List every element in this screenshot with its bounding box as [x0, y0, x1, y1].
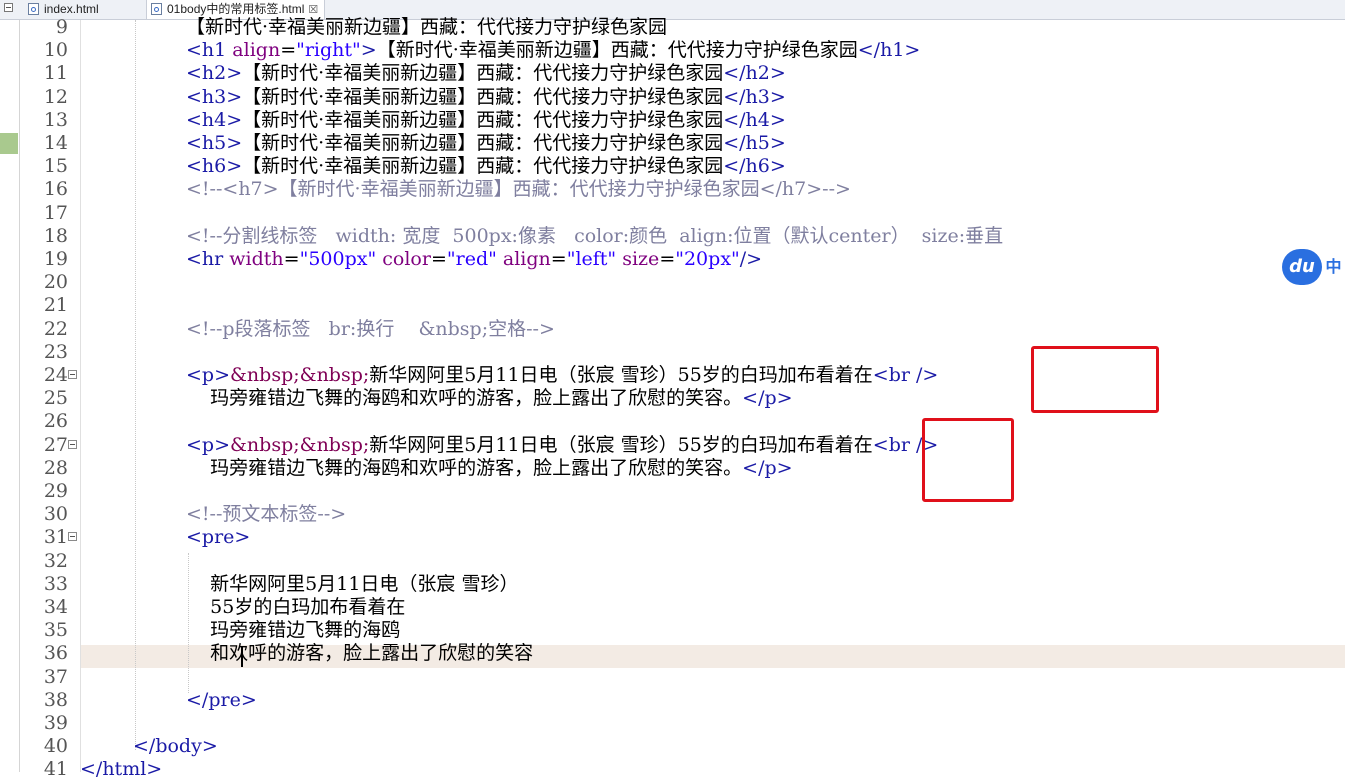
code-text: <pre> — [186, 526, 251, 549]
code-line[interactable]: 41 </html> — [0, 758, 1345, 781]
code-text: 55岁的白玛加布看着在 — [186, 596, 406, 618]
code-line[interactable]: 39 — [0, 712, 1345, 735]
code-line[interactable]: 12 <h3>【新时代·幸福美丽新边疆】西藏：代代接力守护绿色家园</h3> — [0, 86, 1345, 109]
code-line[interactable]: 16 <!--<h7>【新时代·幸福美丽新边疆】西藏：代代接力守护绿色家园</h7… — [0, 178, 1345, 201]
text-caret — [241, 647, 243, 667]
code-line[interactable]: 38 </pre> — [0, 689, 1345, 712]
du-logo-icon[interactable]: du — [1282, 249, 1322, 285]
line-number: 32 — [43, 549, 68, 572]
code-text: 和欢呼的游客，脸上露出了欣慰的笑容 — [186, 642, 534, 665]
code-text: </html> — [80, 758, 163, 781]
line-number: 34 — [43, 596, 68, 618]
code-text: 玛旁雍错边飞舞的海鸥和欢呼的游客，脸上露出了欣慰的笑容。</p> — [186, 456, 793, 479]
code-text: 玛旁雍错边飞舞的海鸥 — [186, 619, 401, 642]
code-line[interactable]: 36 和欢呼的游客，脸上露出了欣慰的笑容 — [0, 642, 1345, 665]
fold-toggle-icon[interactable] — [68, 532, 77, 542]
code-line[interactable]: 18 <!--分割线标签 width: 宽度 500px:像素 color:颜色 … — [0, 225, 1345, 248]
code-text: <hr width="500px" color="red" align="lef… — [186, 248, 763, 270]
line-number: 24 — [43, 364, 68, 386]
code-line[interactable]: 26 — [0, 410, 1345, 433]
code-line[interactable]: 15 <h6>【新时代·幸福美丽新边疆】西藏：代代接力守护绿色家园</h6> — [0, 155, 1345, 178]
line-number: 10 — [43, 39, 68, 62]
code-line[interactable]: 31 <pre> — [0, 526, 1345, 549]
fold-toggle-icon[interactable] — [68, 439, 77, 449]
code-line[interactable]: 35 玛旁雍错边飞舞的海鸥 — [0, 619, 1345, 642]
code-text: <!--<h7>【新时代·幸福美丽新边疆】西藏：代代接力守护绿色家园</h7>-… — [186, 178, 851, 201]
code-text: <h6>【新时代·幸福美丽新边疆】西藏：代代接力守护绿色家园</h6> — [186, 155, 786, 178]
code-text: 新华网阿里5月11日电（张宸 雪珍） — [186, 572, 519, 595]
code-line[interactable]: 30 <!--预文本标签--> — [0, 503, 1345, 526]
code-text: 玛旁雍错边飞舞的海鸥和欢呼的游客，脸上露出了欣慰的笑容。</p> — [186, 387, 793, 410]
line-number: 18 — [43, 224, 68, 247]
line-number: 30 — [43, 503, 68, 526]
line-number: 16 — [43, 178, 68, 201]
line-number: 26 — [43, 410, 68, 433]
line-number: 36 — [43, 642, 68, 665]
code-line[interactable]: 37 — [0, 666, 1345, 689]
line-number: 33 — [43, 572, 68, 595]
code-text: <h2>【新时代·幸福美丽新边疆】西藏：代代接力守护绿色家园</h2> — [186, 62, 786, 85]
line-number: 41 — [43, 758, 68, 781]
highlight-box — [922, 418, 1014, 502]
code-text: </body> — [133, 735, 218, 758]
code-line[interactable]: 22 <!--p段落标签 br:换行 &nbsp;空格--> — [0, 318, 1345, 341]
line-number: 39 — [43, 712, 68, 734]
line-number: 20 — [43, 271, 68, 294]
code-line[interactable]: 29 — [0, 480, 1345, 503]
line-number: 19 — [43, 248, 68, 270]
line-number: 22 — [43, 317, 68, 340]
line-number: 21 — [43, 294, 68, 317]
code-line[interactable]: 28 玛旁雍错边飞舞的海鸥和欢呼的游客，脸上露出了欣慰的笑容。</p> — [0, 457, 1345, 480]
line-number: 25 — [43, 387, 68, 410]
language-badge[interactable]: 中 — [1322, 249, 1345, 285]
code-line[interactable]: 20 — [0, 271, 1345, 294]
code-line[interactable]: 40 </body> — [0, 735, 1345, 758]
line-number: 38 — [43, 688, 68, 711]
code-text: <h4>【新时代·幸福美丽新边疆】西藏：代代接力守护绿色家园</h4> — [186, 108, 786, 131]
code-line[interactable]: 10 <h1 align="right">【新时代·幸福美丽新边疆】西藏：代代接力… — [0, 39, 1345, 62]
code-text: <p>&nbsp;&nbsp;新华网阿里5月11日电（张宸 雪珍）55岁的白玛加… — [186, 433, 939, 456]
code-text: <h5>【新时代·幸福美丽新边疆】西藏：代代接力守护绿色家园</h5> — [186, 132, 786, 154]
code-line[interactable]: 21 — [0, 294, 1345, 317]
line-number: 13 — [43, 108, 68, 131]
code-line[interactable]: 11 <h2>【新时代·幸福美丽新边疆】西藏：代代接力守护绿色家园</h2> — [0, 62, 1345, 85]
line-number: 29 — [43, 480, 68, 502]
line-number: 31 — [43, 526, 68, 549]
code-line[interactable]: 13 <h4>【新时代·幸福美丽新边疆】西藏：代代接力守护绿色家园</h4> — [0, 109, 1345, 132]
code-line[interactable]: 32 — [0, 550, 1345, 573]
line-number: 23 — [43, 340, 68, 363]
code-text: <!--p段落标签 br:换行 &nbsp;空格--> — [186, 317, 555, 340]
code-line[interactable]: 34 55岁的白玛加布看着在 — [0, 596, 1345, 619]
line-number: 17 — [43, 201, 68, 224]
code-text: </pre> — [186, 688, 257, 711]
line-number: 9 — [55, 16, 68, 38]
line-number: 15 — [43, 155, 68, 178]
line-number: 40 — [43, 735, 68, 758]
code-line[interactable]: 14 <h5>【新时代·幸福美丽新边疆】西藏：代代接力守护绿色家园</h5> — [0, 132, 1345, 155]
code-text: <!--分割线标签 width: 宽度 500px:像素 color:颜色 al… — [186, 224, 1004, 247]
code-text: <p>&nbsp;&nbsp;新华网阿里5月11日电（张宸 雪珍）55岁的白玛加… — [186, 364, 939, 386]
code-text: <h1 align="right">【新时代·幸福美丽新边疆】西藏：代代接力守护… — [186, 39, 921, 62]
code-line[interactable]: 9 【新时代·幸福美丽新边疆】西藏：代代接力守护绿色家园 — [0, 16, 1345, 39]
code-line[interactable]: 17 — [0, 202, 1345, 225]
line-number: 14 — [43, 132, 68, 154]
highlight-box — [1031, 346, 1159, 413]
code-line[interactable]: 27 <p>&nbsp;&nbsp;新华网阿里5月11日电（张宸 雪珍）55岁的白… — [0, 434, 1345, 457]
code-line[interactable]: 19 <hr width="500px" color="red" align="l… — [0, 248, 1345, 271]
line-number: 28 — [43, 456, 68, 479]
code-line[interactable]: 33 新华网阿里5月11日电（张宸 雪珍） — [0, 573, 1345, 596]
code-text: <!--预文本标签--> — [186, 503, 347, 526]
line-number: 12 — [43, 85, 68, 108]
line-number: 35 — [43, 619, 68, 642]
line-number: 11 — [43, 62, 68, 85]
line-number: 37 — [43, 665, 68, 688]
code-text: 【新时代·幸福美丽新边疆】西藏：代代接力守护绿色家园 — [186, 16, 668, 38]
code-text: <h3>【新时代·幸福美丽新边疆】西藏：代代接力守护绿色家园</h3> — [186, 85, 786, 108]
line-number: 27 — [43, 433, 68, 456]
fold-toggle-icon[interactable] — [68, 370, 77, 379]
